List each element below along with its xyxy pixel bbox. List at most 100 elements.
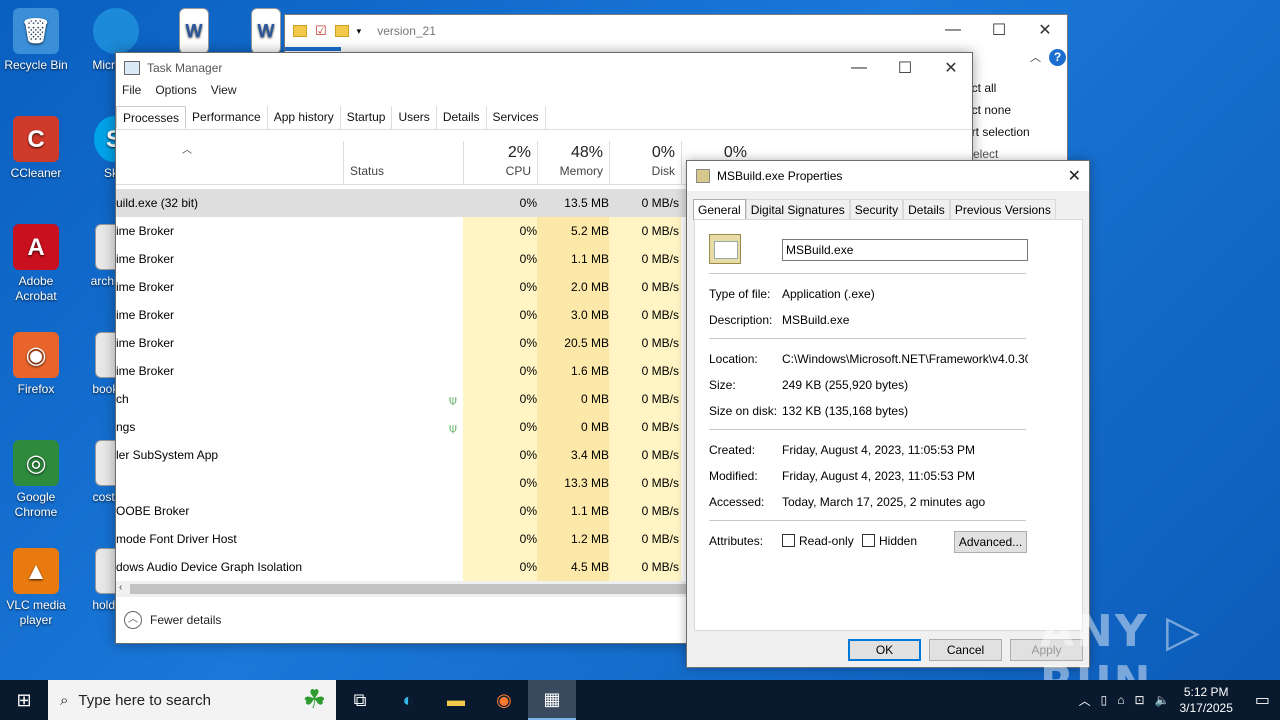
- select-none-item[interactable]: ect none: [965, 99, 1055, 121]
- vlc-icon: ▲: [13, 548, 59, 594]
- tray-device-icon[interactable]: ⌂: [1117, 693, 1124, 707]
- tab-processes[interactable]: Processes: [116, 106, 187, 129]
- checkbox-box: [782, 534, 795, 547]
- horizontal-scrollbar[interactable]: ‹: [116, 581, 686, 597]
- task-view-button[interactable]: ⧉: [336, 680, 384, 720]
- table-row[interactable]: ime Broker 0% 5.2 MB 0 MB/s: [116, 217, 686, 245]
- exe-file-icon: [709, 234, 741, 264]
- tab-security[interactable]: Security: [849, 199, 904, 220]
- taskmgr-close-button[interactable]: ✕: [928, 53, 974, 83]
- tab-performance[interactable]: Performance: [186, 106, 268, 129]
- desktop-icon-word-1[interactable]: W: [158, 8, 230, 58]
- cell-cpu: 0%: [519, 224, 537, 238]
- taskbar-file-explorer[interactable]: ▬: [432, 680, 480, 720]
- table-row[interactable]: mode Font Driver Host 0% 1.2 MB 0 MB/s: [116, 525, 686, 553]
- table-row[interactable]: ler SubSystem App 0% 3.4 MB 0 MB/s: [116, 441, 686, 469]
- explorer-close-button[interactable]: ✕: [1022, 15, 1068, 45]
- taskbar-edge[interactable]: ◐: [384, 680, 432, 720]
- table-row[interactable]: ime Broker 0% 20.5 MB 0 MB/s: [116, 329, 686, 357]
- table-row[interactable]: ch 0% 0 MB 0 MB/s ⍦: [116, 385, 686, 413]
- menu-file[interactable]: File: [122, 83, 141, 103]
- cell-cpu: 0%: [519, 280, 537, 294]
- cell-mem: 0 MB: [580, 392, 609, 406]
- firefox-icon: ◉: [496, 689, 512, 710]
- tab-previous-versions[interactable]: Previous Versions: [949, 199, 1056, 220]
- filename-field[interactable]: MSBuild.exe: [782, 239, 1028, 261]
- scrollbar-thumb[interactable]: [130, 584, 686, 594]
- cell-name: OOBE Broker: [116, 504, 190, 518]
- desktop-icon-4[interactable]: ◉ Firefox: [0, 332, 72, 397]
- table-row[interactable]: dows Audio Device Graph Isolation 0% 4.5 M…: [116, 553, 686, 581]
- fewer-details-button[interactable]: ︿ Fewer details: [124, 611, 221, 629]
- tab-services[interactable]: Services: [487, 106, 546, 129]
- sort-up-icon[interactable]: ︿: [182, 141, 192, 156]
- desktop-icon-5[interactable]: ◎ Google Chrome: [0, 440, 72, 520]
- tab-app-history[interactable]: App history: [268, 106, 341, 129]
- start-button[interactable]: ⊞: [0, 680, 48, 720]
- cell-disk: 0 MB/s: [641, 196, 679, 210]
- tab-details[interactable]: Details: [437, 106, 487, 129]
- ribbon-file-tab[interactable]: [285, 47, 341, 51]
- readonly-checkbox[interactable]: Read-only: [782, 534, 854, 548]
- invert-selection-item[interactable]: ert selection: [965, 121, 1055, 143]
- memory-column-header[interactable]: 48% Memory: [537, 141, 609, 185]
- taskmgr-maximize-button[interactable]: ☐: [882, 53, 928, 83]
- windows-logo-icon: ⊞: [16, 689, 32, 710]
- taskbar-firefox[interactable]: ◉: [480, 680, 528, 720]
- desktop-icon-1[interactable]: 🗑 Recycle Bin: [0, 8, 72, 73]
- cell-mem: 3.4 MB: [570, 448, 609, 462]
- table-row[interactable]: ime Broker 0% 1.6 MB 0 MB/s: [116, 357, 686, 385]
- disk-column-header[interactable]: 0% Disk: [609, 141, 681, 185]
- tray-app-icon[interactable]: ▯: [1101, 693, 1108, 707]
- explorer-maximize-button[interactable]: ☐: [976, 15, 1022, 45]
- cell-disk: 0 MB/s: [641, 308, 679, 322]
- cell-mem: 13.5 MB: [564, 196, 609, 210]
- cell-cpu: 0%: [519, 476, 537, 490]
- new-folder-icon[interactable]: [334, 25, 349, 37]
- explorer-minimize-button[interactable]: —: [930, 15, 976, 45]
- hidden-checkbox[interactable]: Hidden: [862, 534, 917, 548]
- ok-button[interactable]: OK: [848, 639, 921, 661]
- desktop-icon-3[interactable]: A Adobe Acrobat: [0, 224, 72, 304]
- notifications-icon[interactable]: ▭: [1255, 690, 1270, 710]
- select-all-item[interactable]: ect all: [965, 77, 1055, 99]
- cell-name: dows Audio Device Graph Isolation: [116, 560, 303, 574]
- taskbar-task-manager[interactable]: ▦: [528, 680, 576, 720]
- table-row[interactable]: OOBE Broker 0% 1.1 MB 0 MB/s: [116, 497, 686, 525]
- table-row[interactable]: 0% 13.3 MB 0 MB/s: [116, 469, 686, 497]
- cell-disk: 0 MB/s: [641, 364, 679, 378]
- table-row[interactable]: uild.exe (32 bit) 0% 13.5 MB 0 MB/s: [116, 189, 686, 217]
- properties-check-icon[interactable]: ☑: [315, 23, 327, 39]
- volume-icon[interactable]: 🔈: [1155, 693, 1170, 707]
- ribbon-collapse-icon[interactable]: ︿: [1030, 49, 1041, 65]
- shamrock-icon: ☘: [302, 684, 326, 714]
- advanced-button[interactable]: Advanced...: [954, 531, 1027, 553]
- table-row[interactable]: ime Broker 0% 2.0 MB 0 MB/s: [116, 273, 686, 301]
- table-row[interactable]: ngs 0% 0 MB 0 MB/s ⍦: [116, 413, 686, 441]
- clock[interactable]: 5:12 PM 3/17/2025: [1179, 684, 1232, 716]
- menu-options[interactable]: Options: [155, 83, 196, 103]
- cancel-button[interactable]: Cancel: [929, 639, 1002, 661]
- tab-details[interactable]: Details: [903, 199, 950, 220]
- tray-overflow-icon[interactable]: ︿: [1079, 692, 1091, 709]
- network-icon[interactable]: ⊡: [1134, 693, 1144, 707]
- cpu-column-header[interactable]: 2% CPU: [463, 141, 537, 185]
- status-column-header[interactable]: Status: [343, 141, 463, 185]
- taskbar-search-box[interactable]: ⌕ Type here to search ☘: [48, 680, 336, 720]
- tab-digital-signatures[interactable]: Digital Signatures: [745, 199, 850, 220]
- menu-view[interactable]: View: [211, 83, 237, 103]
- tab-users[interactable]: Users: [392, 106, 437, 129]
- properties-tabs: General Digital Signatures Security Deta…: [693, 199, 1056, 220]
- scroll-left-icon[interactable]: ‹: [119, 582, 122, 593]
- table-row[interactable]: ime Broker 0% 3.0 MB 0 MB/s: [116, 301, 686, 329]
- cell-cpu: 0%: [519, 420, 537, 434]
- tab-general[interactable]: General: [693, 199, 746, 220]
- desktop-icon-6[interactable]: ▲ VLC media player: [0, 548, 72, 628]
- help-icon[interactable]: ?: [1049, 49, 1066, 66]
- tab-startup[interactable]: Startup: [341, 106, 393, 129]
- qat-dropdown-icon[interactable]: ▾: [357, 26, 362, 37]
- taskmgr-minimize-button[interactable]: —: [836, 53, 882, 83]
- properties-close-button[interactable]: ✕: [1068, 166, 1081, 186]
- desktop-icon-2[interactable]: C CCleaner: [0, 116, 72, 181]
- table-row[interactable]: ime Broker 0% 1.1 MB 0 MB/s: [116, 245, 686, 273]
